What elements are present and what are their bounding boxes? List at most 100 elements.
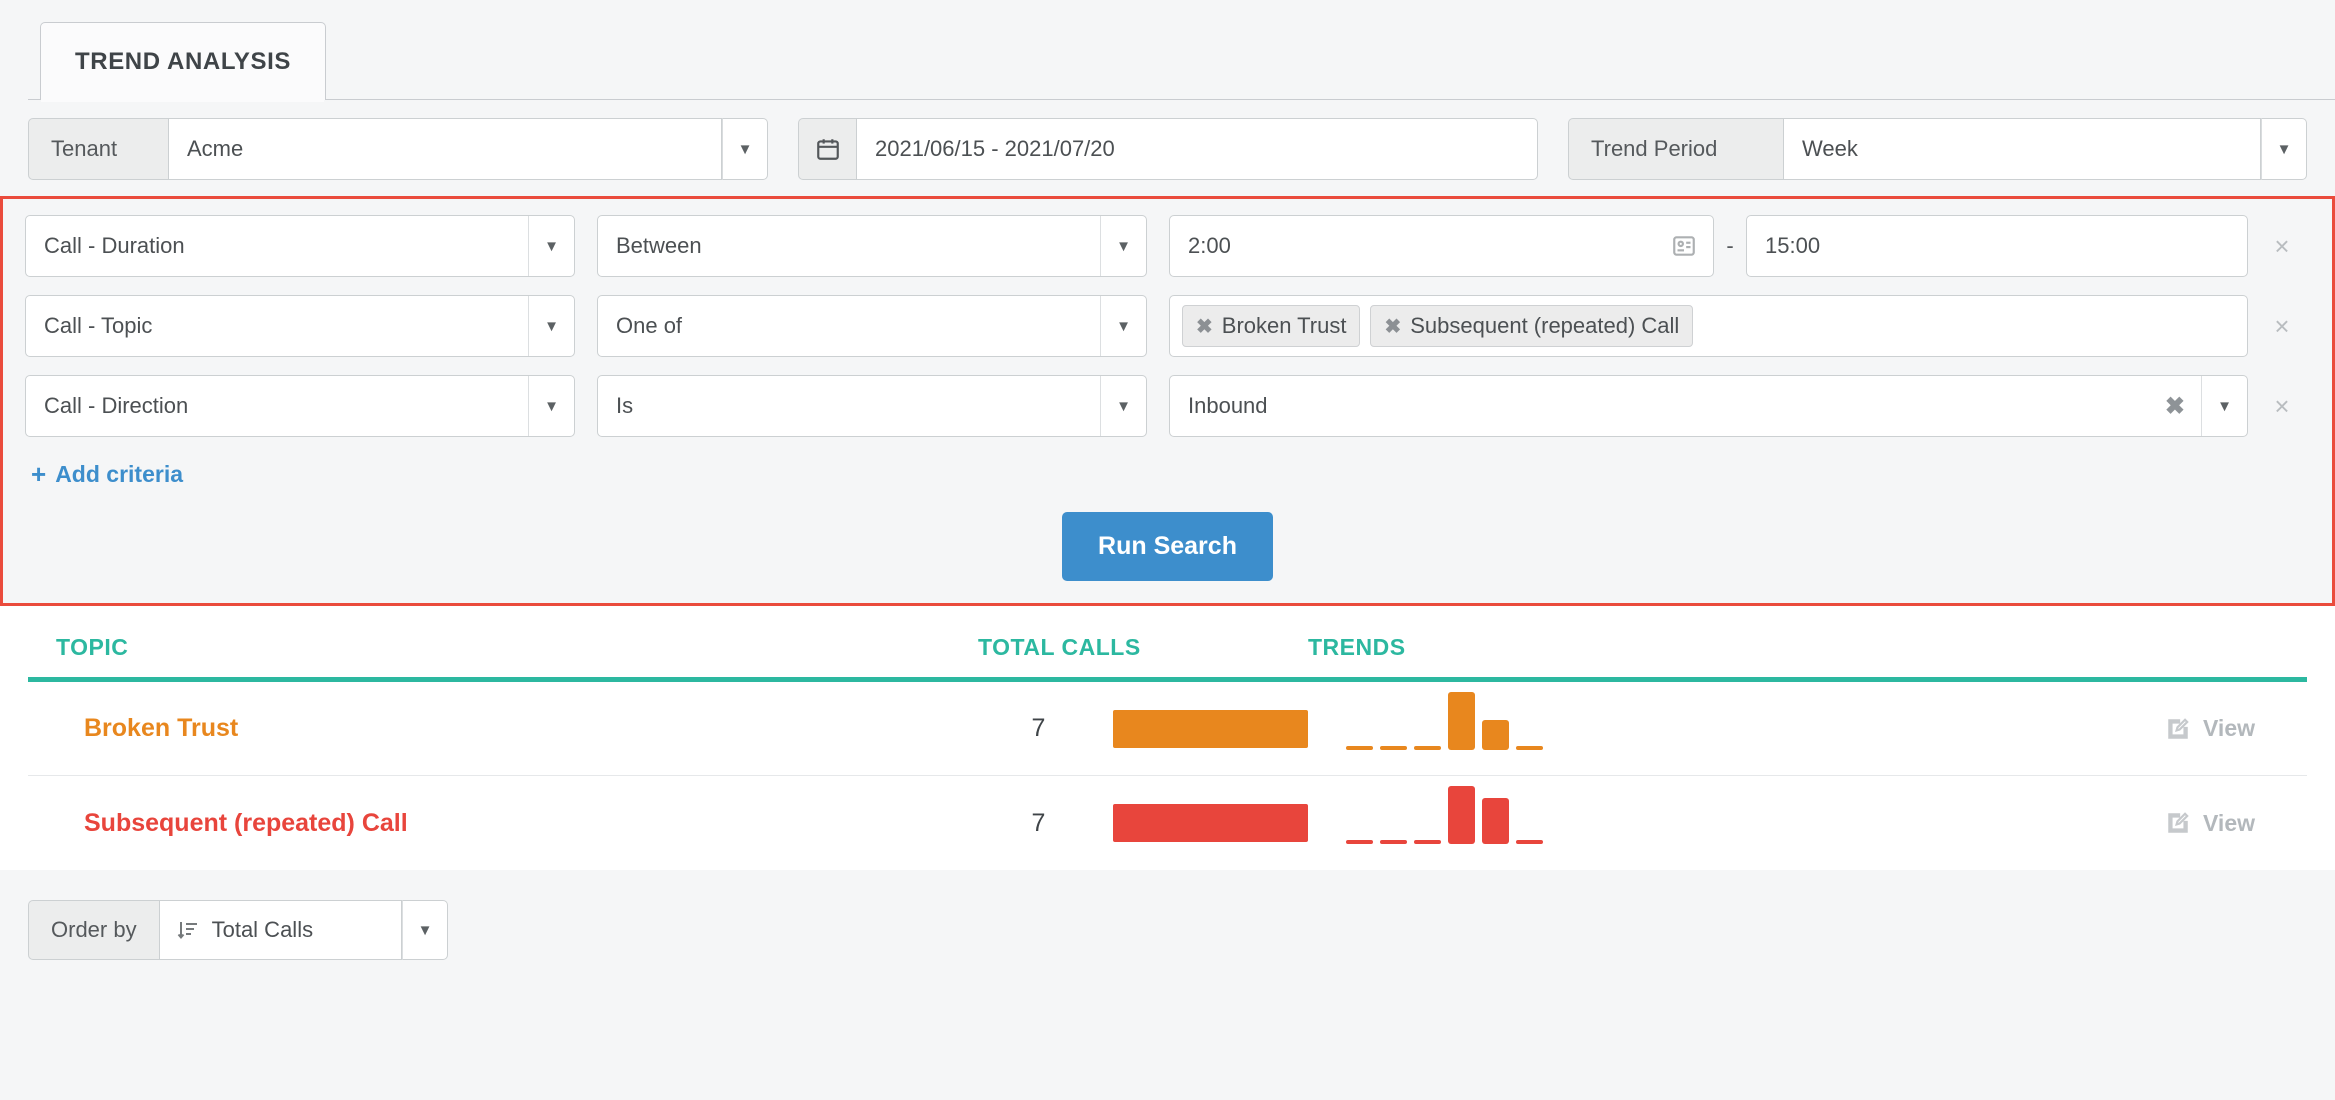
- direction-value: Inbound: [1188, 393, 1268, 418]
- criteria-operator-value: Is: [616, 393, 634, 418]
- chevron-down-icon[interactable]: ▼: [2261, 118, 2307, 180]
- order-by-selector[interactable]: Order by Total Calls ▼: [28, 900, 448, 960]
- edit-icon: [2165, 810, 2191, 836]
- criteria-operator-value: Between: [616, 233, 702, 258]
- add-criteria-button[interactable]: + Add criteria: [31, 459, 183, 490]
- tab-active-mask: [41, 97, 324, 102]
- trend-period-label: Trend Period: [1568, 118, 1783, 180]
- sparkline-bar: [1482, 719, 1509, 750]
- tag-chip[interactable]: ✖ Subsequent (repeated) Call: [1370, 305, 1694, 347]
- tenant-label: Tenant: [28, 118, 168, 180]
- sparkline-bar: [1414, 745, 1441, 750]
- sparkline-bar: [1482, 798, 1509, 844]
- sparkline-bar: [1516, 745, 1543, 750]
- trend-sparkline: [1346, 782, 1543, 844]
- sparkline-bar: [1448, 786, 1475, 844]
- sparkline-bar: [1346, 840, 1373, 844]
- run-search-row: Run Search: [25, 512, 2310, 581]
- cell-trend: [1308, 682, 2007, 776]
- criteria-field-value: Call - Duration: [44, 233, 185, 258]
- plus-icon: +: [31, 459, 47, 489]
- clear-value-icon[interactable]: ✖: [2149, 392, 2201, 421]
- order-by-label: Order by: [28, 900, 159, 960]
- view-label[interactable]: View: [2203, 810, 2255, 837]
- sparkline-bar: [1380, 840, 1407, 844]
- criteria-field-value: Call - Direction: [44, 393, 189, 418]
- trend-period-selector[interactable]: Trend Period Week ▼: [1568, 118, 2307, 180]
- cell-view[interactable]: View: [2007, 810, 2307, 837]
- criteria-operator-select[interactable]: Is ▼: [597, 375, 1147, 437]
- criteria-field-value: Call - Topic: [44, 313, 153, 338]
- sparkline-bar: [1516, 840, 1543, 844]
- sparkline-bar: [1414, 840, 1441, 844]
- direction-value-select[interactable]: Inbound ✖ ▼: [1169, 375, 2248, 437]
- criteria-operator-select[interactable]: One of ▼: [597, 295, 1147, 357]
- tag-chip[interactable]: ✖ Broken Trust: [1182, 305, 1361, 347]
- remove-tag-icon[interactable]: ✖: [1384, 314, 1401, 339]
- order-by-value-wrap[interactable]: Total Calls: [158, 900, 402, 960]
- criteria-field-select[interactable]: Call - Direction ▼: [25, 375, 575, 437]
- topic-link[interactable]: Broken Trust: [56, 714, 238, 742]
- cell-total-calls: 7: [978, 709, 1308, 748]
- chevron-down-icon[interactable]: ▼: [1100, 296, 1146, 356]
- total-calls-bar: [1113, 709, 1308, 748]
- criteria-field-select[interactable]: Call - Duration ▼: [25, 215, 575, 277]
- column-header-total-calls: TOTAL CALLS: [978, 634, 1141, 660]
- criteria-operator-value: One of: [616, 313, 683, 338]
- date-range-value[interactable]: 2021/06/15 - 2021/07/20: [856, 118, 1538, 180]
- sparkline-bar: [1448, 691, 1475, 750]
- search-criteria-panel: Call - Duration ▼ Between ▼ 2:00 - 15:00: [0, 196, 2335, 606]
- sort-descending-icon: [176, 918, 200, 942]
- results-table: TOPIC TOTAL CALLS TRENDS Broken Trust 7: [0, 606, 2335, 870]
- column-header-trends: TRENDS: [1308, 634, 1406, 660]
- remove-criteria-icon[interactable]: ×: [2254, 391, 2310, 422]
- sparkline-bar: [1380, 745, 1407, 750]
- criteria-operator-select[interactable]: Between ▼: [597, 215, 1147, 277]
- topic-link[interactable]: Subsequent (repeated) Call: [56, 809, 408, 837]
- column-header-topic: TOPIC: [56, 634, 129, 660]
- tag-label: Broken Trust: [1221, 313, 1347, 338]
- date-range-picker[interactable]: 2021/06/15 - 2021/07/20: [798, 118, 1538, 180]
- chevron-down-icon[interactable]: ▼: [1100, 376, 1146, 436]
- duration-picker-icon[interactable]: [1671, 233, 1697, 259]
- remove-criteria-icon[interactable]: ×: [2254, 231, 2310, 262]
- table-row[interactable]: Broken Trust 7 View: [28, 682, 2307, 776]
- chevron-down-icon[interactable]: ▼: [402, 900, 448, 960]
- duration-from-input[interactable]: 2:00: [1169, 215, 1714, 277]
- tenant-value[interactable]: Acme: [168, 118, 722, 180]
- chevron-down-icon[interactable]: ▼: [528, 376, 574, 436]
- chevron-down-icon[interactable]: ▼: [528, 296, 574, 356]
- order-by-value: Total Calls: [211, 917, 314, 942]
- cell-total-calls: 7: [978, 804, 1308, 842]
- sparkline-bar: [1346, 745, 1373, 750]
- total-calls-value: 7: [1031, 714, 1046, 742]
- cell-view[interactable]: View: [2007, 715, 2307, 742]
- tag-label: Subsequent (repeated) Call: [1410, 313, 1680, 338]
- run-search-button[interactable]: Run Search: [1062, 512, 1273, 581]
- cell-trend: [1308, 776, 2007, 870]
- topic-tag-input[interactable]: ✖ Broken Trust ✖ Subsequent (repeated) C…: [1169, 295, 2248, 357]
- chevron-down-icon[interactable]: ▼: [528, 216, 574, 276]
- remove-criteria-icon[interactable]: ×: [2254, 311, 2310, 342]
- criteria-row: Call - Topic ▼ One of ▼ ✖ Broken Trust ✖…: [25, 295, 2310, 357]
- tab-label: TREND ANALYSIS: [75, 47, 291, 75]
- chevron-down-icon[interactable]: ▼: [722, 118, 768, 180]
- trend-period-value[interactable]: Week: [1783, 118, 2261, 180]
- table-header-row: TOPIC TOTAL CALLS TRENDS: [28, 606, 2307, 682]
- results-footer: Order by Total Calls ▼: [0, 870, 2335, 990]
- table-row[interactable]: Subsequent (repeated) Call 7 View: [28, 776, 2307, 870]
- duration-to-value: 15:00: [1765, 233, 1821, 258]
- add-criteria-label: Add criteria: [55, 461, 184, 487]
- remove-tag-icon[interactable]: ✖: [1196, 314, 1213, 339]
- duration-to-input[interactable]: 15:00: [1746, 215, 2248, 277]
- view-label[interactable]: View: [2203, 715, 2255, 742]
- add-criteria-row: + Add criteria: [25, 455, 2310, 490]
- total-calls-value: 7: [1031, 808, 1046, 837]
- tenant-selector[interactable]: Tenant Acme ▼: [28, 118, 768, 180]
- criteria-field-select[interactable]: Call - Topic ▼: [25, 295, 575, 357]
- criteria-row: Call - Direction ▼ Is ▼ Inbound ✖ ▼ ×: [25, 375, 2310, 437]
- edit-icon: [2165, 716, 2191, 742]
- chevron-down-icon[interactable]: ▼: [1100, 216, 1146, 276]
- chevron-down-icon[interactable]: ▼: [2201, 376, 2247, 436]
- tab-trend-analysis[interactable]: TREND ANALYSIS: [40, 22, 326, 100]
